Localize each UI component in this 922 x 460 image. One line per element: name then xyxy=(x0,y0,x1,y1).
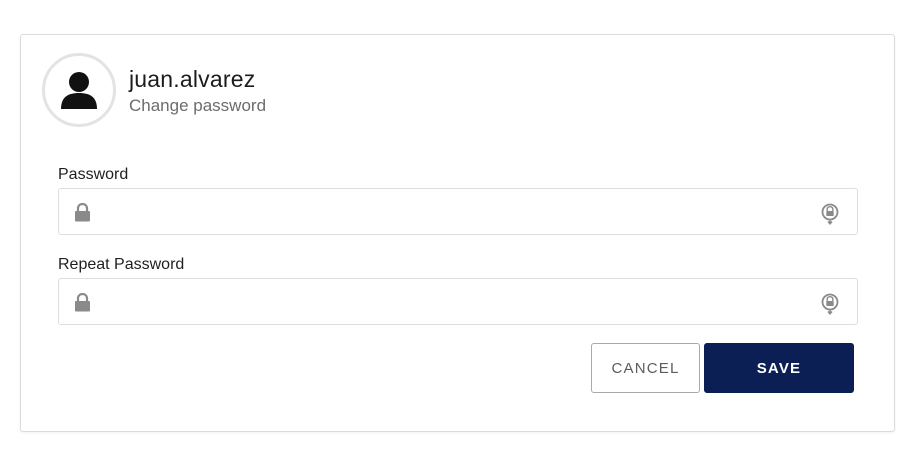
reveal-password-icon[interactable] xyxy=(820,291,840,315)
change-password-card: juan.alvarez Change password Password Re… xyxy=(20,34,895,432)
username-heading: juan.alvarez xyxy=(129,66,256,92)
avatar xyxy=(42,53,116,127)
password-field-container xyxy=(58,188,858,235)
user-silhouette-icon xyxy=(61,72,97,109)
lock-icon xyxy=(75,293,90,312)
repeat-password-label: Repeat Password xyxy=(58,256,185,273)
page-subtitle: Change password xyxy=(129,96,267,115)
repeat-password-field-container xyxy=(58,278,858,325)
password-input[interactable] xyxy=(103,189,803,234)
repeat-password-input[interactable] xyxy=(103,279,803,324)
lock-icon xyxy=(75,203,90,222)
cancel-button[interactable]: CANCEL xyxy=(591,343,700,393)
save-button[interactable]: SAVE xyxy=(704,343,854,393)
password-label: Password xyxy=(58,166,129,183)
reveal-password-icon[interactable] xyxy=(820,201,840,225)
